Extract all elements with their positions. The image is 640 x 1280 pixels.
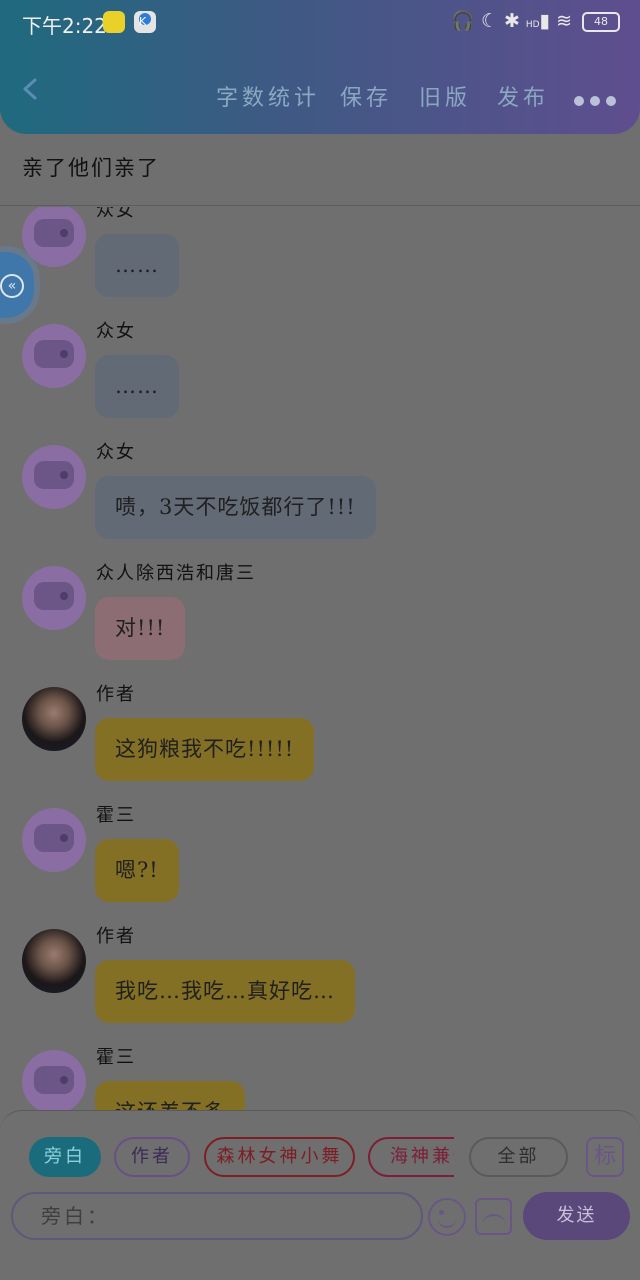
message-bubble[interactable]: ……: [95, 234, 179, 297]
battery-icon: 48: [582, 12, 620, 32]
message-bubble[interactable]: ……: [95, 355, 179, 418]
double-chevron-left-icon: «: [0, 274, 24, 298]
author-avatar: [22, 929, 86, 993]
bot-avatar-icon: [22, 207, 86, 267]
role-chip-all[interactable]: 全部: [469, 1137, 568, 1177]
send-button[interactable]: 发送: [523, 1192, 630, 1240]
message-bubble[interactable]: 这还差不多: [95, 1081, 245, 1110]
bot-avatar-icon: [22, 324, 86, 388]
mark-button[interactable]: 标: [586, 1137, 624, 1177]
message-input[interactable]: 旁白：: [11, 1192, 423, 1240]
role-chip-author[interactable]: 作者: [114, 1137, 190, 1177]
status-bar: 下午2:22 🎧☾✱HD▮≋ 48: [0, 0, 640, 44]
message-bubble[interactable]: 我吃…我吃…真好吃…: [95, 960, 355, 1023]
more-options-icon[interactable]: [574, 91, 622, 110]
role-chip-sea-god[interactable]: 海神兼修: [368, 1137, 454, 1177]
status-icons: 🎧☾✱HD▮≋: [451, 10, 578, 32]
publish-button[interactable]: 发布: [497, 80, 549, 112]
top-header: 下午2:22 🎧☾✱HD▮≋ 48 字数统计 保存 旧版 发布: [0, 0, 640, 134]
message-list[interactable]: 众女 …… 众女 …… 众女 啧，3天不吃饭都行了!!! 众人除西浩和唐三 对!…: [0, 207, 640, 1110]
message-bubble[interactable]: 啧，3天不吃饭都行了!!!: [95, 476, 376, 539]
back-arrow-icon[interactable]: [20, 78, 42, 100]
emoji-icon[interactable]: [428, 1198, 466, 1236]
author-avatar: [22, 687, 86, 751]
bot-avatar-icon: [22, 566, 86, 630]
image-icon[interactable]: [475, 1198, 512, 1235]
old-version-button[interactable]: 旧版: [419, 80, 471, 112]
k-app-icon: [134, 11, 156, 33]
speaker-name: 众人除西浩和唐三: [96, 563, 256, 584]
bot-avatar-icon: [22, 1050, 86, 1110]
speaker-name: 作者: [96, 926, 136, 947]
speaker-name: 作者: [96, 684, 136, 705]
status-time: 下午2:22: [22, 14, 107, 38]
word-count-button[interactable]: 字数统计: [216, 80, 320, 112]
message-bubble[interactable]: 这狗粮我不吃!!!!!: [95, 718, 315, 781]
speaker-name: 众女: [96, 321, 136, 342]
bot-avatar-icon: [22, 445, 86, 509]
role-chip-narrator[interactable]: 旁白: [29, 1137, 101, 1177]
role-chip-forest-goddess[interactable]: 森林女神小舞: [204, 1137, 355, 1177]
save-button[interactable]: 保存: [340, 80, 392, 112]
music-app-icon: [103, 11, 125, 33]
hd-label: HD: [525, 20, 540, 30]
speaker-name: 霍三: [96, 1047, 136, 1068]
speaker-name: 众女: [96, 207, 136, 221]
bot-avatar-icon: [22, 808, 86, 872]
message-bubble[interactable]: 嗯?!: [95, 839, 179, 902]
speaker-name: 众女: [96, 442, 136, 463]
chapter-title[interactable]: 亲了他们亲了: [22, 152, 160, 182]
message-bubble[interactable]: 对!!!: [95, 597, 186, 660]
speaker-name: 霍三: [96, 805, 136, 826]
